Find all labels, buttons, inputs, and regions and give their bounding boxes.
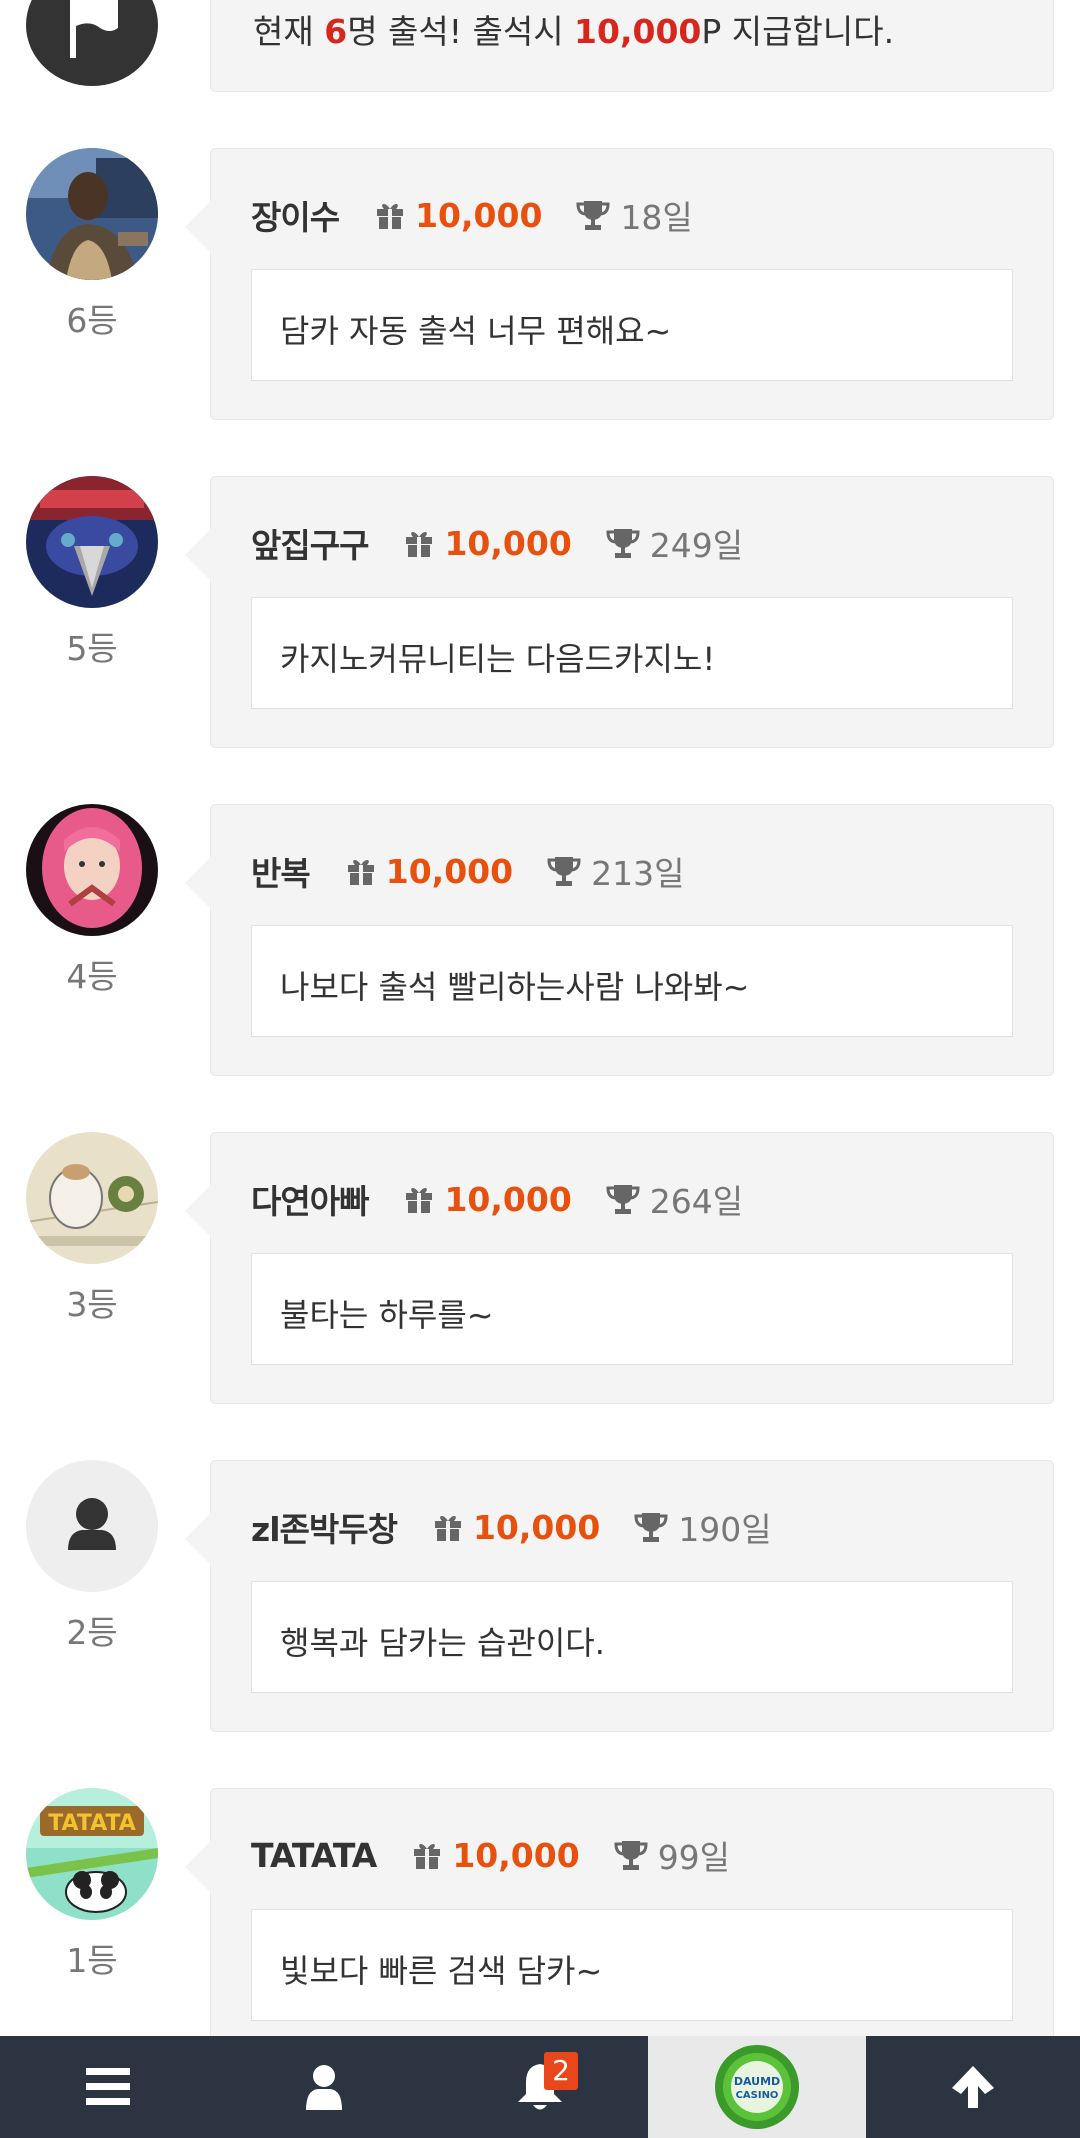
- comment-text: 빛보다 빠른 검색 담카~: [280, 1952, 603, 1990]
- attendance-entry: 6등 장이수 10,000 18일 담카 자동 출석 너무 편해요~: [0, 148, 1080, 438]
- gift-icon: [414, 1844, 441, 1869]
- nickname[interactable]: TATATA: [251, 1836, 377, 1875]
- trophy-icon: [606, 529, 640, 558]
- comment-card: zl존박두창 10,000 190일 행복과 담카는 습관이다.: [185, 1460, 1054, 1732]
- entry-meta: 앞집구구 10,000 249일: [251, 519, 744, 567]
- nickname[interactable]: 다연아빠: [251, 1175, 369, 1223]
- notice-prefix: 현재: [253, 12, 325, 51]
- notice-row: 현재 6명 출석! 출석시 10,000P 지급합니다.: [0, 0, 1080, 94]
- default-user-avatar[interactable]: [26, 1460, 158, 1592]
- trophy-icon: [634, 1513, 668, 1542]
- entry-meta: 반복 10,000 213일: [251, 847, 685, 895]
- hamburger-menu-icon: [86, 2068, 130, 2105]
- comment-card: 앞집구구 10,000 249일 카지노커뮤니티는 다음드카지노!: [185, 476, 1054, 748]
- comment-message-box: 나보다 출석 빨리하는사람 나와봐~: [251, 925, 1013, 1037]
- nickname[interactable]: zl존박두창: [251, 1503, 398, 1551]
- entry-meta: TATATA 10,000 99일: [251, 1833, 731, 1878]
- notifications-button[interactable]: 2: [432, 2036, 648, 2138]
- days-count: 99일: [657, 1838, 731, 1877]
- comment-text: 불타는 하루를~: [280, 1296, 494, 1334]
- nickname[interactable]: 앞집구구: [251, 519, 369, 567]
- points-value: 10,000: [472, 1507, 601, 1547]
- menu-button[interactable]: [0, 2036, 216, 2138]
- comment-text: 담카 자동 출석 너무 편해요~: [280, 312, 672, 350]
- attendance-entry: 2등 zl존박두창 10,000 190일 행복과 담카는 습관이다.: [0, 1460, 1080, 1750]
- rank-label: 6등: [66, 301, 118, 340]
- user-icon: [306, 2065, 342, 2110]
- points-value: 10,000: [385, 851, 514, 891]
- trophy-icon: [576, 201, 610, 230]
- comment-message-box: 담카 자동 출석 너무 편해요~: [251, 269, 1013, 381]
- comment-card: 다연아빠 10,000 264일 불타는 하루를~: [185, 1132, 1054, 1404]
- days-count: 190일: [678, 1510, 772, 1549]
- gift-icon: [434, 1516, 461, 1541]
- bottom-navigation-bar: 2 DAUMD CASINO: [0, 2036, 1080, 2138]
- rank-label: 3등: [66, 1285, 118, 1324]
- points-value: 10,000: [444, 523, 572, 563]
- daumd-casino-logo: DAUMD CASINO: [715, 2045, 799, 2129]
- gift-icon: [347, 860, 374, 885]
- points-value: 10,000: [444, 1179, 572, 1219]
- notice-suffix: P 지급합니다.: [701, 12, 895, 51]
- nickname[interactable]: 반복: [251, 847, 311, 895]
- comment-card: 반복 10,000 213일 나보다 출석 빨리하는사람 나와봐~: [185, 804, 1054, 1076]
- entry-meta: 장이수 10,000 18일: [251, 191, 693, 239]
- comment-text: 나보다 출석 빨리하는사람 나와봐~: [280, 968, 750, 1006]
- attendance-entry: 4등 반복 10,000 213일 나보다 출석 빨리하는사람 나와봐~: [0, 804, 1080, 1094]
- trophy-icon: [547, 857, 581, 886]
- notice-text: 현재 6명 출석! 출석시 10,000P 지급합니다.: [253, 5, 894, 53]
- entry-meta: zl존박두창 10,000 190일: [251, 1503, 772, 1551]
- pink-hair-avatar[interactable]: [26, 804, 158, 936]
- scroll-top-button[interactable]: [866, 2036, 1080, 2138]
- rank-label: 5등: [66, 629, 118, 668]
- user-button[interactable]: [216, 2036, 432, 2138]
- arrow-up-icon: [952, 2066, 994, 2108]
- flag-icon: [70, 0, 118, 58]
- comment-text: 카지노커뮤니티는 다음드카지노!: [280, 640, 716, 678]
- rank-label: 2등: [66, 1613, 118, 1652]
- entry-meta: 다연아빠 10,000 264일: [251, 1175, 744, 1223]
- rank-label: 1등: [66, 1941, 118, 1980]
- logo-text-casino: CASINO: [736, 2090, 779, 2101]
- photo-avatar[interactable]: [26, 148, 158, 280]
- tatata-avatar[interactable]: TATATA: [26, 1788, 158, 1920]
- comment-message-box: 행복과 담카는 습관이다.: [251, 1581, 1013, 1693]
- days-count: 249일: [649, 526, 744, 565]
- bird-avatar[interactable]: [26, 476, 158, 608]
- reward-points: 10,000: [574, 12, 702, 51]
- comment-message-box: 카지노커뮤니티는 다음드카지노!: [251, 597, 1013, 709]
- nickname[interactable]: 장이수: [251, 191, 340, 239]
- comment-card: 장이수 10,000 18일 담카 자동 출석 너무 편해요~: [185, 148, 1054, 420]
- attendance-page: 현재 6명 출석! 출석시 10,000P 지급합니다. 6등 장이수 10,0…: [0, 0, 1080, 2138]
- logo-text-daumd: DAUMD: [734, 2075, 780, 2088]
- notification-badge: 2: [544, 2052, 578, 2090]
- days-count: 18일: [620, 198, 693, 237]
- days-count: 264일: [649, 1182, 744, 1221]
- trophy-icon: [606, 1185, 640, 1214]
- notice-avatar: [26, 0, 158, 86]
- trophy-icon: [614, 1841, 648, 1870]
- comment-card: TATATA 10,000 99일 빛보다 빠른 검색 담카~: [185, 1788, 1054, 2060]
- comment-message-box: 불타는 하루를~: [251, 1253, 1013, 1365]
- gift-icon: [377, 204, 404, 229]
- rank-label: 4등: [66, 957, 118, 996]
- comment-message-box: 빛보다 빠른 검색 담카~: [251, 1909, 1013, 2021]
- attendance-entry: 5등 앞집구구 10,000 249일 카지노커뮤니티는 다음드카지노!: [0, 476, 1080, 766]
- hamster-avatar[interactable]: [26, 1132, 158, 1264]
- attendance-entry: 3등 다연아빠 10,000 264일 불타는 하루를~: [0, 1132, 1080, 1422]
- points-value: 10,000: [452, 1835, 580, 1875]
- gift-icon: [406, 532, 433, 557]
- notice-middle: 명 출석! 출석시: [347, 12, 575, 51]
- attendee-count: 6: [324, 12, 348, 51]
- comment-text: 행복과 담카는 습관이다.: [280, 1624, 605, 1662]
- home-logo-button[interactable]: DAUMD CASINO: [648, 2036, 866, 2138]
- points-value: 10,000: [415, 195, 543, 235]
- days-count: 213일: [591, 854, 685, 893]
- tatata-avatar-text: TATATA: [48, 1811, 136, 1836]
- attendance-entry: TATATA 1등 TATATA 10,000 99일 빛보다 빠른 검색 담카…: [0, 1788, 1080, 2078]
- notice-box: 현재 6명 출석! 출석시 10,000P 지급합니다.: [210, 0, 1054, 92]
- gift-icon: [406, 1188, 433, 1213]
